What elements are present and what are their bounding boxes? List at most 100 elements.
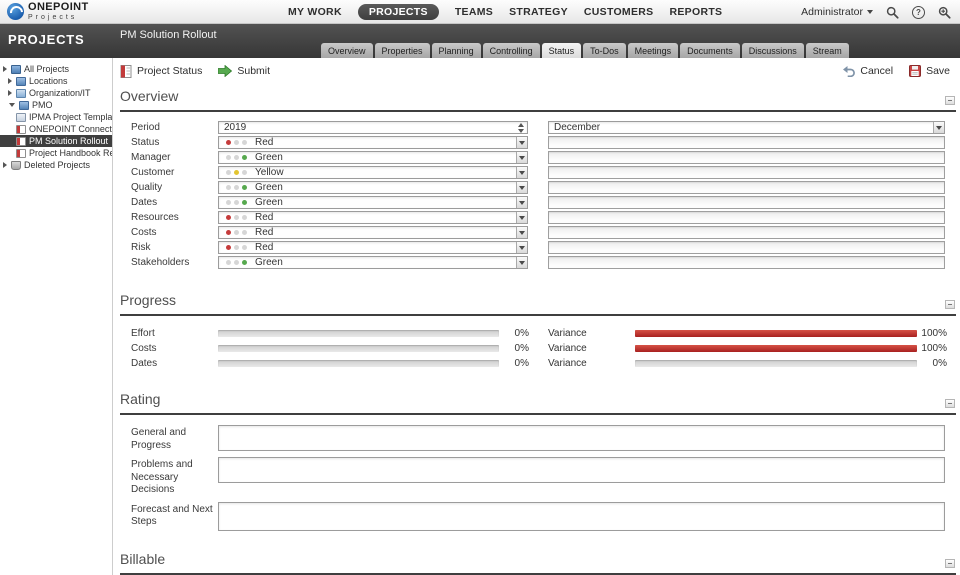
sidebar-item-ipma-project-template[interactable]: IPMA Project Template	[0, 111, 112, 123]
collapse-billable-button[interactable]	[945, 559, 955, 568]
dropdown-arrow-icon[interactable]	[516, 227, 527, 238]
dropdown-arrow-icon[interactable]	[516, 242, 527, 253]
sidebar-item-deleted-projects[interactable]: Deleted Projects	[0, 159, 112, 171]
save-button[interactable]: Save	[909, 65, 950, 77]
user-menu-label: Administrator	[801, 6, 863, 18]
tab-to-dos[interactable]: To-Dos	[583, 43, 626, 58]
dates-select[interactable]: Green	[218, 196, 528, 209]
overview-section-header: Overview	[120, 88, 956, 112]
sidebar-item-project-handbook-revision[interactable]: Project Handbook Revision	[0, 147, 112, 159]
forecast-and-next-steps-textarea[interactable]	[218, 502, 945, 531]
tab-overview[interactable]: Overview	[321, 43, 373, 58]
tab-planning[interactable]: Planning	[432, 43, 481, 58]
status-comment-input[interactable]	[548, 136, 945, 149]
traffic-light-icon	[226, 170, 247, 175]
traffic-light-icon	[226, 185, 247, 190]
stakeholders-select[interactable]: Green	[218, 256, 528, 269]
onepoint-logo[interactable]: ONEPOINT Projects	[0, 2, 89, 21]
resources-comment-input[interactable]	[548, 211, 945, 224]
status-select[interactable]: Red	[218, 136, 528, 149]
expander-icon[interactable]	[3, 162, 7, 168]
customer-comment-input[interactable]	[548, 166, 945, 179]
cancel-label: Cancel	[860, 65, 893, 77]
sidebar-item-pmo[interactable]: PMO	[0, 99, 112, 111]
costs-select[interactable]: Red	[218, 226, 528, 239]
sidebar-item-locations[interactable]: Locations	[0, 75, 112, 87]
sidebar-item-organization-it[interactable]: Organization/IT	[0, 87, 112, 99]
field-label: Problems and Necessary Decisions	[120, 457, 218, 497]
tab-discussions[interactable]: Discussions	[742, 43, 804, 58]
billable-section-header: Billable	[120, 551, 956, 575]
project-icon	[16, 149, 26, 158]
nav-my-work[interactable]: MY WORK	[288, 6, 342, 18]
tab-meetings[interactable]: Meetings	[628, 43, 679, 58]
resources-select[interactable]: Red	[218, 211, 528, 224]
manager-comment-input[interactable]	[548, 151, 945, 164]
dates-comment-input[interactable]	[548, 196, 945, 209]
sidebar-item-label: IPMA Project Template	[29, 112, 112, 122]
cancel-button[interactable]: Cancel	[842, 65, 893, 77]
overview-form: Period 2019 December StatusRedManagerGre…	[120, 120, 960, 270]
sidebar-item-onepoint-connect[interactable]: ONEPOINT Connect	[0, 123, 112, 135]
status-row-resources: ResourcesRed	[120, 210, 960, 225]
costs-progress-bar	[218, 345, 499, 352]
costs-comment-input[interactable]	[548, 226, 945, 239]
help-icon[interactable]: ?	[912, 6, 925, 19]
field-label: Dates	[120, 358, 218, 369]
collapse-overview-button[interactable]	[945, 96, 955, 105]
sidebar-item-pm-solution-rollout[interactable]: PM Solution Rollout	[0, 135, 112, 147]
field-label: Resources	[120, 212, 218, 223]
project-tree: All ProjectsLocationsOrganization/ITPMOI…	[0, 58, 113, 575]
sidebar-item-label: PM Solution Rollout	[29, 136, 108, 146]
period-year-value: 2019	[224, 122, 246, 133]
period-month-select[interactable]: December	[548, 121, 945, 134]
dropdown-arrow-icon[interactable]	[516, 212, 527, 223]
dropdown-arrow-icon[interactable]	[516, 257, 527, 268]
collapse-progress-button[interactable]	[945, 300, 955, 309]
problems-and-necessary-decisions-textarea[interactable]	[218, 457, 945, 483]
dropdown-arrow-icon[interactable]	[516, 167, 527, 178]
risk-select[interactable]: Red	[218, 241, 528, 254]
dropdown-arrow-icon[interactable]	[516, 182, 527, 193]
manager-select[interactable]: Green	[218, 151, 528, 164]
project-status-button[interactable]: Project Status	[120, 65, 202, 78]
customer-select[interactable]: Yellow	[218, 166, 528, 179]
expander-icon[interactable]	[3, 66, 7, 72]
select-value: Red	[255, 137, 273, 148]
tab-stream[interactable]: Stream	[806, 43, 849, 58]
quality-comment-input[interactable]	[548, 181, 945, 194]
dropdown-arrow-icon[interactable]	[933, 122, 944, 133]
period-label: Period	[120, 122, 218, 133]
nav-strategy[interactable]: STRATEGY	[509, 6, 568, 18]
select-value: Green	[255, 152, 283, 163]
nav-reports[interactable]: REPORTS	[669, 6, 722, 18]
submit-button[interactable]: Submit	[218, 65, 270, 77]
spinner-arrows-icon[interactable]	[518, 122, 524, 133]
expander-icon[interactable]	[8, 90, 12, 96]
expander-icon[interactable]	[8, 78, 12, 84]
tab-controlling[interactable]: Controlling	[483, 43, 540, 58]
dropdown-arrow-icon[interactable]	[516, 197, 527, 208]
nav-customers[interactable]: CUSTOMERS	[584, 6, 654, 18]
quality-select[interactable]: Green	[218, 181, 528, 194]
general-and-progress-textarea[interactable]	[218, 425, 945, 451]
tab-properties[interactable]: Properties	[375, 43, 430, 58]
collapse-rating-button[interactable]	[945, 399, 955, 408]
period-year-spinner[interactable]: 2019	[218, 121, 528, 134]
stakeholders-comment-input[interactable]	[548, 256, 945, 269]
search-icon[interactable]	[886, 6, 899, 19]
field-label: Manager	[120, 152, 218, 163]
nav-teams[interactable]: TEAMS	[455, 6, 493, 18]
field-label: Customer	[120, 167, 218, 178]
nav-projects[interactable]: PROJECTS	[358, 4, 439, 20]
tab-documents[interactable]: Documents	[680, 43, 740, 58]
tab-status[interactable]: Status	[542, 43, 582, 58]
dropdown-arrow-icon[interactable]	[516, 152, 527, 163]
risk-comment-input[interactable]	[548, 241, 945, 254]
expander-icon[interactable]	[9, 103, 15, 107]
sidebar-item-all-projects[interactable]: All Projects	[0, 63, 112, 75]
dropdown-arrow-icon[interactable]	[516, 137, 527, 148]
user-menu[interactable]: Administrator	[801, 6, 873, 18]
top-header: ONEPOINT Projects MY WORK PROJECTS TEAMS ST…	[0, 0, 960, 24]
zoom-icon[interactable]	[938, 6, 951, 19]
